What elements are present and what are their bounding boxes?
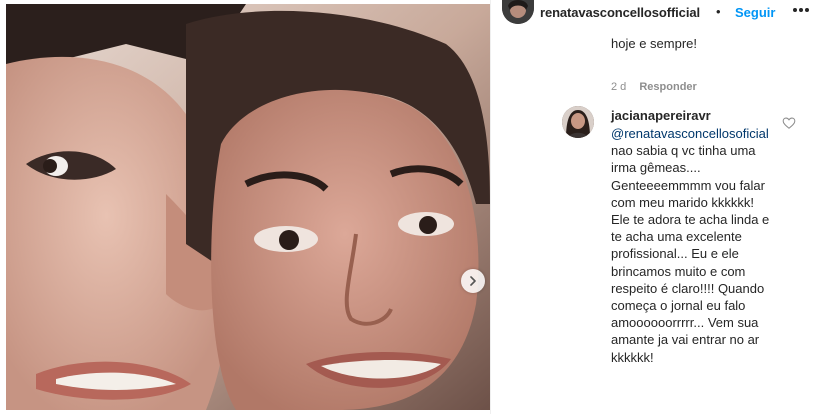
heart-outline-icon[interactable]	[782, 116, 796, 130]
commenter-avatar[interactable]	[562, 106, 594, 138]
comments-pane: renatavasconcellosofficial • Seguir hoje…	[490, 0, 828, 414]
post-photo	[6, 4, 490, 410]
comment-message: nao sabia q vc tinha uma irma gêmeas....…	[611, 143, 770, 365]
mention-link[interactable]: @renatavasconcellosoficial	[611, 126, 769, 141]
reply-button[interactable]: Responder	[639, 81, 696, 93]
comment-timestamp[interactable]: 2 d	[611, 81, 626, 93]
previous-comment-meta: 2 d Responder	[611, 81, 697, 93]
commenter-username[interactable]: jacianapereiravr	[611, 108, 711, 123]
chevron-right-icon	[470, 276, 476, 286]
author-avatar[interactable]	[502, 0, 534, 24]
post-header: renatavasconcellosofficial • Seguir	[490, 0, 828, 26]
avatar-image	[562, 106, 594, 138]
previous-comment-text: hoje e sempre!	[611, 36, 697, 51]
more-horizontal-icon[interactable]	[793, 7, 809, 13]
author-username[interactable]: renatavasconcellosofficial	[540, 5, 700, 20]
avatar-image	[502, 0, 534, 24]
comment-text: @renatavasconcellosoficial nao sabia q v…	[611, 125, 771, 366]
separator-dot: •	[716, 4, 721, 19]
follow-button[interactable]: Seguir	[735, 5, 775, 20]
carousel-next-button[interactable]	[461, 269, 485, 293]
divider	[490, 0, 491, 414]
post-media[interactable]	[6, 4, 490, 410]
